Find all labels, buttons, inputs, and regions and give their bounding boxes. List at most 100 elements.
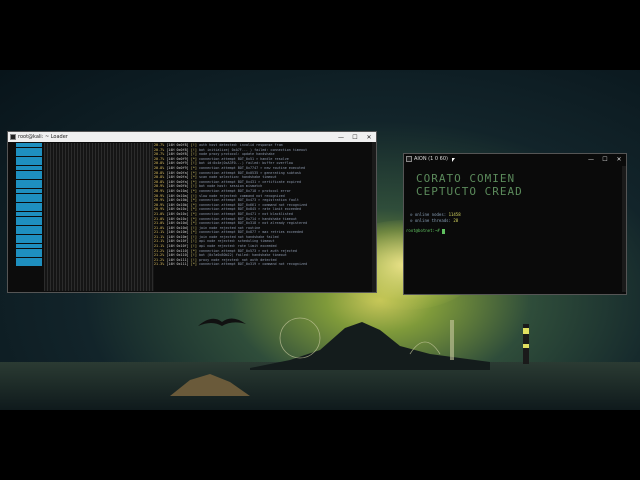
shell-prompt[interactable]: root@botnet:~# bbox=[406, 228, 446, 234]
log-msg: bot (0x7a0c80b22) failed: handshake time… bbox=[198, 253, 287, 258]
aion-output[interactable]: CORATO COMIEN CEPTUCTO CREAD ⊙ online no… bbox=[404, 166, 622, 294]
log-tag: [*] bbox=[190, 221, 197, 226]
log-msg: api node rejected: rate limit exceeded bbox=[198, 244, 277, 249]
loader-title: root@kali: ~ Loader bbox=[18, 134, 68, 140]
log-time: [14H 0x10b] bbox=[166, 202, 189, 207]
log-tag: [*] bbox=[190, 156, 197, 161]
activity-bar bbox=[16, 207, 42, 212]
log-pct: 21.2% bbox=[154, 253, 165, 258]
activity-bar bbox=[16, 193, 42, 198]
stat-value: 11458 bbox=[448, 212, 461, 217]
letterbox-bottom bbox=[0, 410, 640, 480]
log-msg: proxy node rejected: not auth detected bbox=[198, 257, 277, 262]
maximize-button[interactable]: ☐ bbox=[348, 134, 362, 141]
log-tag: [*] bbox=[190, 170, 197, 175]
log-output: 20.7% [14H 0x0f8] [!] auth host detected… bbox=[154, 143, 372, 267]
log-msg: connection attempt BOT_0x51 > handle res… bbox=[198, 156, 289, 161]
activity-bar bbox=[16, 165, 42, 170]
maximize-button[interactable]: ☐ bbox=[598, 156, 612, 163]
log-tag: [*] bbox=[190, 202, 197, 207]
aion-titlebar[interactable]: AION (1 0 60) — ☐ ✕ bbox=[404, 154, 626, 164]
stat-value: 28 bbox=[453, 218, 459, 223]
aion-title: AION (1 0 60) bbox=[414, 156, 448, 162]
loader-terminal-window[interactable]: root@kali: ~ Loader — ☐ ✕ 20.7% [14H 0x0… bbox=[8, 132, 376, 292]
activity-bar bbox=[16, 175, 42, 180]
log-msg: api node rejected: scheduling timeout bbox=[198, 239, 275, 244]
text-cursor bbox=[442, 228, 446, 234]
banner-line: CORATO COMIEN bbox=[416, 172, 516, 185]
aion-scrollbar[interactable] bbox=[622, 166, 626, 292]
activity-bar bbox=[16, 198, 42, 203]
terminal-icon bbox=[406, 156, 412, 162]
log-msg: connection attempt BOT_0x471 > not black… bbox=[198, 211, 293, 216]
log-time: [14H 0x10d] bbox=[166, 225, 189, 230]
loader-scrollbar[interactable] bbox=[372, 142, 376, 292]
activity-bar bbox=[16, 230, 42, 235]
log-pct: 21.0% bbox=[154, 216, 165, 221]
bird-silhouette bbox=[198, 318, 246, 326]
activity-bar bbox=[16, 156, 42, 161]
log-time: [14H 0x0fb] bbox=[166, 184, 189, 189]
log-msg: connection attempt BOT_0x7747 > new rout… bbox=[198, 165, 306, 170]
log-tag: [*] bbox=[190, 216, 197, 221]
log-tag: [!] bbox=[190, 257, 197, 262]
activity-bar bbox=[16, 202, 42, 207]
activity-bar bbox=[16, 170, 42, 175]
log-msg: auth host detected: invalid response fro… bbox=[198, 143, 283, 147]
log-tag: [*] bbox=[190, 230, 197, 235]
activity-bar bbox=[16, 239, 42, 244]
rock-silhouette bbox=[170, 374, 250, 396]
activity-bar bbox=[16, 244, 42, 249]
activity-bar bbox=[16, 184, 42, 189]
log-tag: [*] bbox=[190, 179, 197, 184]
log-pct: 20.9% bbox=[154, 193, 165, 198]
log-time: [14H 0x0f9] bbox=[166, 156, 189, 161]
minimize-button[interactable]: — bbox=[584, 156, 598, 163]
log-msg: join node rejected not routine bbox=[198, 225, 261, 230]
log-pct: 21.1% bbox=[154, 239, 165, 244]
log-time: [14H 0x0f9] bbox=[166, 161, 189, 166]
letterbox-top bbox=[0, 0, 640, 70]
log-pct: 21.0% bbox=[154, 225, 165, 230]
aion-terminal-window[interactable]: AION (1 0 60) — ☐ ✕ CORATO COMIEN CEPTUC… bbox=[404, 154, 626, 294]
log-time: [14H 0x10c] bbox=[166, 207, 189, 212]
close-button[interactable]: ✕ bbox=[362, 134, 376, 141]
log-tag: [!] bbox=[190, 143, 197, 147]
log-time: [14H 0x10f] bbox=[166, 239, 189, 244]
log-time: [14H 0x0f9] bbox=[166, 165, 189, 170]
log-pct: 20.7% bbox=[154, 143, 165, 147]
log-pct: 20.8% bbox=[154, 170, 165, 175]
hex-dump-area bbox=[44, 143, 154, 291]
log-time: [14H 0x10d] bbox=[166, 221, 189, 226]
log-pct: 20.9% bbox=[154, 184, 165, 189]
activity-bars bbox=[16, 143, 42, 291]
loader-titlebar[interactable]: root@kali: ~ Loader — ☐ ✕ bbox=[8, 132, 376, 142]
log-tag: [!] bbox=[190, 253, 197, 258]
log-pct: 20.9% bbox=[154, 207, 165, 212]
log-time: [14H 0x10a] bbox=[166, 188, 189, 193]
log-msg: bot node host: session mismatch bbox=[198, 184, 263, 189]
log-pct: 20.9% bbox=[154, 188, 165, 193]
log-msg: bot id:0x4e(0xA3F0...) failed: buffer ov… bbox=[198, 161, 293, 166]
activity-bar bbox=[16, 253, 42, 258]
close-button[interactable]: ✕ bbox=[612, 156, 626, 163]
log-pct: 21.1% bbox=[154, 234, 165, 239]
activity-bar bbox=[16, 225, 42, 230]
loader-output[interactable]: 20.7% [14H 0x0f8] [!] auth host detected… bbox=[10, 142, 374, 292]
log-tag: [!] bbox=[190, 147, 197, 152]
log-msg: bot initialize( 0xA7F... ) failed: conne… bbox=[198, 147, 308, 152]
log-tag: [*] bbox=[190, 262, 197, 267]
log-time: [14H 0x10f] bbox=[166, 244, 189, 249]
activity-bar bbox=[16, 257, 42, 262]
log-time: [14H 0x110] bbox=[166, 253, 189, 258]
log-time: [14H 0x10a] bbox=[166, 193, 189, 198]
log-msg: slow node rejected: command not recogniz… bbox=[198, 193, 285, 198]
island-silhouette bbox=[250, 317, 490, 370]
minimize-button[interactable]: — bbox=[334, 134, 348, 141]
log-pct: 20.8% bbox=[154, 161, 165, 166]
log-tag: [!] bbox=[190, 193, 197, 198]
log-pct: 21.3% bbox=[154, 262, 165, 267]
log-pct: 20.8% bbox=[154, 179, 165, 184]
log-pct: 20.7% bbox=[154, 156, 165, 161]
log-msg: connection attempt BOT_0x0535 > generati… bbox=[198, 170, 302, 175]
